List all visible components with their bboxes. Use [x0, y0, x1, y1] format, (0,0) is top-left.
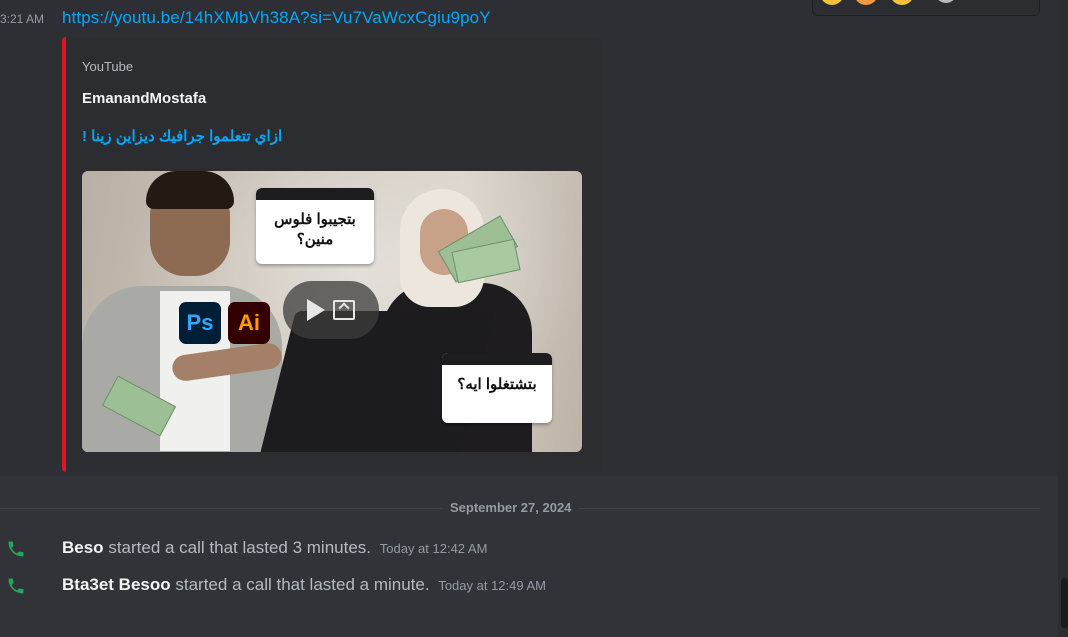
- date-divider-label: September 27, 2024: [442, 500, 580, 515]
- call-message: started a call that lasted a minute.: [175, 575, 430, 594]
- youtube-link[interactable]: https://youtu.be/14hXMbVh38A?si=Vu7VaWcx…: [62, 8, 491, 28]
- call-timestamp: Today at 12:42 AM: [379, 541, 488, 556]
- link-embed: YouTube EmanandMostafa ازاي تتعلموا جراف…: [62, 37, 602, 472]
- embed-provider[interactable]: YouTube: [82, 59, 133, 74]
- scrollbar-thumb[interactable]: [1061, 578, 1068, 628]
- scrollbar-track[interactable]: [1058, 0, 1068, 637]
- call-message: started a call that lasted 3 minutes.: [108, 538, 372, 557]
- call-timestamp: Today at 12:49 AM: [438, 578, 546, 593]
- speech-bubble-top: بتجيبوا فلوس منين؟: [256, 188, 374, 264]
- reaction-emoji-icon[interactable]: [890, 0, 914, 5]
- phone-icon: [8, 578, 24, 594]
- play-button[interactable]: [283, 281, 379, 339]
- call-username[interactable]: Bta3et Besoo: [62, 575, 171, 594]
- speech-bubble-bottom-text: بتشتغلوا ايه؟: [457, 376, 537, 393]
- more-options-icon[interactable]: [935, 0, 957, 3]
- illustrator-icon: Ai: [228, 302, 270, 344]
- phone-icon: [8, 541, 24, 557]
- video-thumbnail[interactable]: Ps Ai بتجيبوا فلوس منين؟ بتشتغلوا ايه؟: [82, 171, 582, 452]
- speech-bubble-bottom: بتشتغلوا ايه؟: [442, 353, 552, 423]
- embed-title[interactable]: ازاي تتعلموا جرافيك ديزاين زينا !: [82, 127, 282, 145]
- play-icon[interactable]: [307, 299, 325, 321]
- reaction-emoji-icon[interactable]: [854, 0, 878, 5]
- person-left-hair: [146, 171, 234, 209]
- message-actions-bar: [812, 0, 1040, 16]
- call-username[interactable]: Beso: [62, 538, 104, 557]
- photoshop-icon: Ps: [179, 302, 221, 344]
- embed-author[interactable]: EmanandMostafa: [82, 90, 206, 107]
- reaction-emoji-icon[interactable]: [820, 0, 844, 5]
- speech-bubble-top-text: بتجيبوا فلوس منين؟: [274, 211, 356, 248]
- message-timestamp: 3:21 AM: [0, 12, 45, 26]
- open-external-icon[interactable]: [333, 300, 355, 320]
